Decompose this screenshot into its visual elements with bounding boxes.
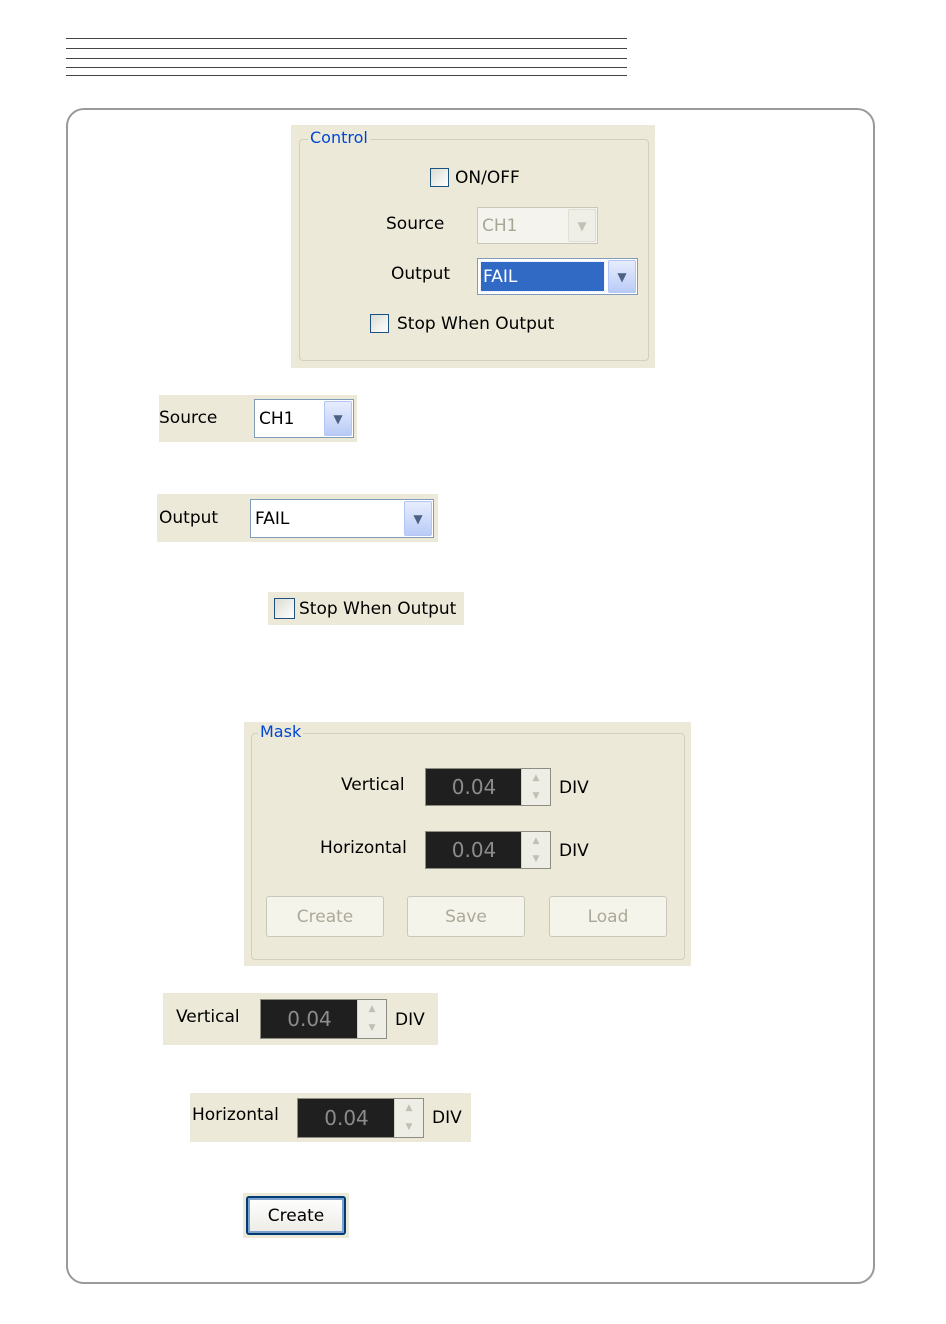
vertical-crop: Vertical 0.04 ▲ ▼ DIV [163, 993, 438, 1045]
stop-crop-label: Stop When Output [299, 599, 457, 619]
onoff-checkbox[interactable] [430, 168, 449, 187]
stop-when-output-label: Stop When Output [397, 314, 555, 334]
spinner-arrows[interactable]: ▲ ▼ [394, 1099, 423, 1137]
chevron-down-icon: ▼ [568, 209, 596, 242]
mask-panel: Mask Vertical 0.04 ▲ ▼ DIV Horizontal 0.0… [244, 722, 691, 966]
mask-vertical-label: Vertical [341, 775, 405, 795]
spinner-arrows[interactable]: ▲ ▼ [357, 1000, 386, 1038]
control-legend: Control [308, 128, 370, 147]
horizontal-crop: Horizontal 0.04 ▲ ▼ DIV [190, 1093, 471, 1142]
header-rule-4 [66, 67, 627, 68]
vertical-crop-spinner[interactable]: 0.04 ▲ ▼ [260, 999, 387, 1039]
output-crop: Output FAIL ▼ [157, 494, 438, 542]
output-select-value: FAIL [480, 261, 605, 292]
horizontal-crop-label: Horizontal [192, 1105, 279, 1125]
output-crop-value: FAIL [255, 508, 290, 529]
header-rule-5 [66, 75, 627, 76]
chevron-down-icon: ▼ [405, 1122, 413, 1132]
stop-when-output-checkbox[interactable] [370, 314, 389, 333]
horizontal-crop-spinner[interactable]: 0.04 ▲ ▼ [297, 1098, 424, 1138]
source-select-value: CH1 [482, 215, 518, 236]
chevron-down-icon: ▼ [324, 401, 352, 436]
output-label: Output [391, 264, 451, 284]
source-crop-select[interactable]: CH1 ▼ [254, 399, 354, 438]
mask-horizontal-value: 0.04 [451, 838, 497, 862]
stop-crop-checkbox[interactable] [274, 598, 295, 619]
vertical-crop-label: Vertical [176, 1007, 240, 1027]
chevron-down-icon: ▼ [532, 790, 540, 801]
source-label: Source [386, 214, 445, 234]
source-crop: Source CH1 ▼ [159, 395, 357, 442]
chevron-up-icon: ▲ [405, 1103, 413, 1113]
output-crop-select[interactable]: FAIL ▼ [250, 499, 434, 538]
horizontal-crop-unit: DIV [432, 1108, 462, 1128]
control-panel: Control ON/OFF Source CH1 ▼ Output FAIL … [291, 125, 655, 368]
source-select[interactable]: CH1 ▼ [477, 207, 598, 244]
chevron-down-icon: ▼ [532, 853, 540, 864]
stop-when-output-crop: Stop When Output [268, 592, 464, 625]
mask-legend: Mask [258, 722, 304, 741]
create-crop: Create [243, 1193, 349, 1238]
source-crop-label: Source [159, 408, 218, 428]
onoff-label: ON/OFF [455, 168, 520, 188]
mask-horizontal-label: Horizontal [320, 838, 407, 858]
output-crop-label: Output [159, 508, 219, 528]
output-select[interactable]: FAIL ▼ [477, 258, 638, 295]
vertical-crop-value: 0.04 [287, 1007, 332, 1031]
chevron-up-icon: ▲ [368, 1004, 376, 1014]
mask-load-button[interactable]: Load [549, 896, 667, 937]
mask-save-button[interactable]: Save [407, 896, 525, 937]
horizontal-crop-value: 0.04 [324, 1106, 369, 1130]
source-crop-value: CH1 [259, 408, 295, 429]
header-rule-1 [66, 38, 627, 39]
chevron-up-icon: ▲ [532, 772, 540, 783]
mask-horizontal-unit: DIV [559, 841, 589, 861]
mask-create-button[interactable]: Create [266, 896, 384, 937]
chevron-up-icon: ▲ [532, 835, 540, 846]
mask-vertical-unit: DIV [559, 778, 589, 798]
header-rule-3 [66, 58, 627, 59]
mask-horizontal-spinner[interactable]: 0.04 ▲ ▼ [425, 831, 551, 869]
vertical-crop-unit: DIV [395, 1010, 425, 1030]
mask-vertical-spinner[interactable]: 0.04 ▲ ▼ [425, 768, 551, 806]
spinner-arrows[interactable]: ▲ ▼ [521, 832, 550, 868]
chevron-down-icon: ▼ [368, 1023, 376, 1033]
create-button[interactable]: Create [246, 1196, 346, 1235]
chevron-down-icon: ▼ [608, 260, 636, 293]
chevron-down-icon: ▼ [404, 501, 432, 536]
mask-vertical-value: 0.04 [451, 775, 497, 799]
spinner-arrows[interactable]: ▲ ▼ [521, 769, 550, 805]
header-rule-2 [66, 48, 627, 49]
